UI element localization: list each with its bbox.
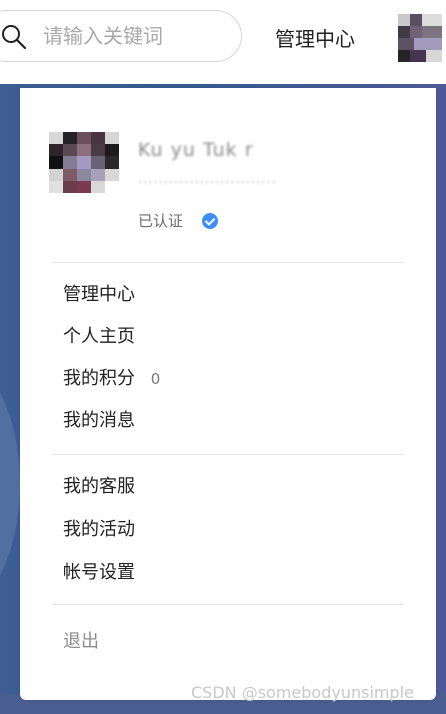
menu-item-label: 管理中心: [63, 284, 135, 305]
avatar-pixel: [63, 169, 77, 181]
avatar-pixel: [49, 144, 63, 156]
profile-card: Ku yu Tuk r ........................... …: [20, 88, 436, 263]
menu-item-my-messages[interactable]: 我的消息: [63, 408, 135, 434]
search-input[interactable]: [43, 23, 223, 49]
search-box[interactable]: [0, 10, 242, 62]
avatar-pixel: [426, 50, 442, 62]
menu-divider: [52, 604, 404, 605]
avatar-pixel: [77, 181, 91, 193]
avatar-pixel: [105, 169, 119, 181]
management-center-link[interactable]: 管理中心: [275, 23, 355, 52]
top-navigation: 管理中心: [0, 0, 446, 84]
avatar-pixel: [63, 181, 77, 193]
menu-item-label: 我的活动: [63, 519, 135, 540]
menu-item-label: 我的积分: [63, 368, 135, 389]
menu-item-management-center[interactable]: 管理中心: [63, 282, 135, 308]
points-count: 0: [150, 370, 161, 388]
profile-avatar[interactable]: [49, 132, 119, 193]
avatar-pixel: [63, 156, 77, 169]
logout-button[interactable]: 退出: [63, 629, 99, 655]
menu-item-label: 个人主页: [63, 326, 135, 347]
avatar-pixel: [422, 14, 442, 26]
avatar-pixel: [398, 26, 410, 38]
watermark: CSDN @somebodyunsimple: [191, 683, 414, 702]
avatar-pixel: [91, 156, 105, 169]
menu-item-personal-homepage[interactable]: 个人主页: [63, 324, 135, 350]
menu-item-my-points[interactable]: 我的积分 0: [63, 366, 160, 392]
page: 管理中心: [0, 0, 446, 714]
avatar-pixel: [398, 50, 410, 62]
avatar-pixel: [49, 169, 63, 181]
search-icon[interactable]: [1, 24, 27, 50]
menu-divider: [52, 454, 404, 455]
avatar-pixel: [77, 169, 91, 181]
avatar-pixel: [410, 26, 422, 38]
avatar-pixel: [63, 144, 77, 156]
avatar-pixel: [91, 144, 105, 156]
username: Ku yu Tuk r: [138, 139, 254, 161]
avatar-pixel: [91, 169, 105, 181]
background-decoration: [0, 349, 20, 619]
menu-item-label: 我的客服: [63, 476, 135, 497]
avatar-pixel: [91, 181, 105, 193]
avatar-pixel: [49, 156, 63, 169]
avatar-pixel: [105, 181, 119, 193]
avatar-pixel: [105, 156, 119, 169]
menu-divider: [52, 262, 404, 263]
avatar-pixel: [77, 156, 91, 169]
avatar-pixel: [410, 14, 422, 26]
avatar-pixel: [398, 38, 414, 50]
avatar-pixel: [422, 26, 442, 38]
avatar-pixel: [77, 144, 91, 156]
verified-status: 已认证: [138, 212, 184, 230]
avatar-pixel: [63, 132, 77, 144]
avatar-pixel: [398, 14, 410, 26]
avatar-pixel: [91, 132, 105, 144]
user-subline: ...........................: [138, 172, 277, 187]
check-circle-icon: [202, 213, 218, 229]
logout-label: 退出: [63, 631, 99, 652]
menu-item-my-activities[interactable]: 我的活动: [63, 517, 135, 543]
avatar-pixel: [105, 132, 119, 144]
avatar-pixel: [105, 144, 119, 156]
avatar[interactable]: [398, 14, 442, 62]
avatar-pixel: [414, 38, 442, 50]
menu-item-label: 我的消息: [63, 410, 135, 431]
avatar-pixel: [49, 181, 63, 193]
menu-item-label: 帐号设置: [63, 562, 135, 583]
menu-item-account-settings[interactable]: 帐号设置: [63, 560, 135, 586]
avatar-pixel: [77, 132, 91, 144]
menu-item-customer-service[interactable]: 我的客服: [63, 474, 135, 500]
avatar-pixel: [49, 132, 63, 144]
avatar-pixel: [410, 50, 426, 62]
user-dropdown-menu: Ku yu Tuk r ........................... …: [20, 88, 436, 700]
